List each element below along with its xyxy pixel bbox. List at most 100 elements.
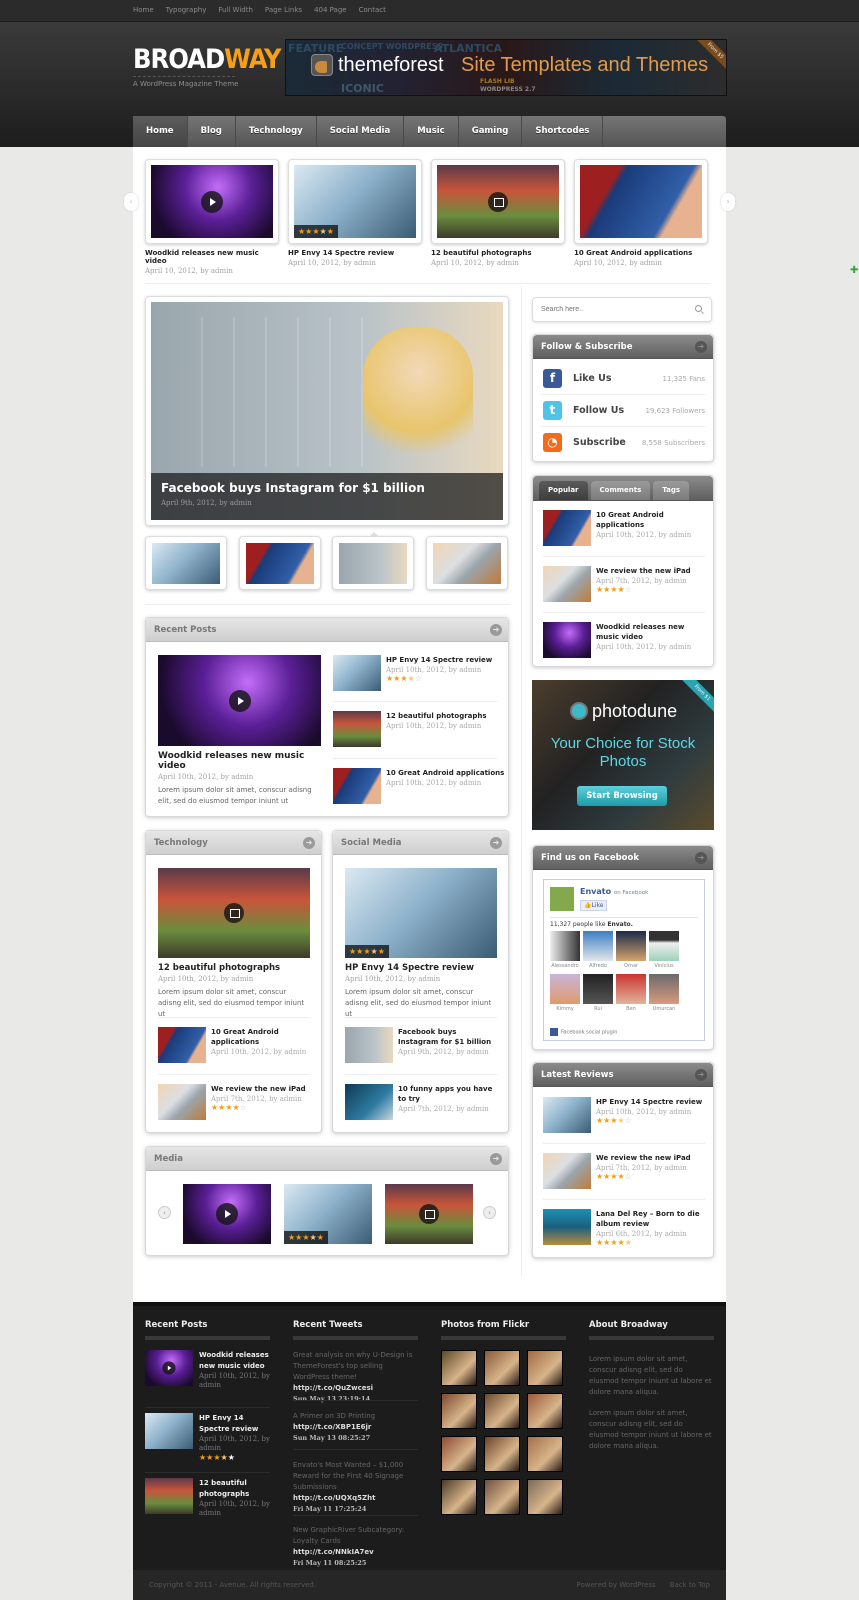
search-input[interactable]: [541, 298, 691, 321]
post-title[interactable]: Woodkid releases new music video: [199, 1350, 270, 1372]
flickr-photo[interactable]: [484, 1436, 520, 1472]
featured-thumb-active[interactable]: [332, 532, 414, 590]
top-link-home[interactable]: Home: [133, 6, 154, 14]
nav-home[interactable]: Home: [133, 116, 188, 147]
gallery-icon[interactable]: [224, 903, 244, 923]
list-item[interactable]: We review the new iPad April 7th, 2012, b…: [158, 1084, 310, 1124]
top-link-full-width[interactable]: Full Width: [218, 6, 253, 14]
tweet-link[interactable]: http://t.co/UQXq5Zht: [293, 1494, 375, 1502]
category-main-post[interactable]: ★★★★★ HP Envy 14 Spectre review April 10…: [345, 868, 497, 1020]
nav-gaming[interactable]: Gaming: [459, 116, 523, 147]
social-label[interactable]: Like Us: [573, 373, 612, 384]
carousel-card[interactable]: 12 beautiful photographs April 10, 2012,…: [431, 159, 565, 267]
arrow-right-icon[interactable]: ➜: [695, 341, 707, 353]
photodune-ad[interactable]: photodune Your Choice for Stock Photos S…: [532, 680, 714, 830]
card-thumbnail[interactable]: [145, 159, 279, 244]
nav-shortcodes[interactable]: Shortcodes: [522, 116, 604, 147]
flickr-photo[interactable]: [527, 1350, 563, 1386]
card-thumbnail[interactable]: [574, 159, 708, 244]
gallery-icon[interactable]: [419, 1204, 439, 1224]
tweet-link[interactable]: http://t.co/XBP1E6jr: [293, 1423, 371, 1431]
play-icon[interactable]: [201, 190, 223, 213]
carousel-prev-button[interactable]: ‹: [124, 193, 138, 211]
tab-comments[interactable]: Comments: [590, 481, 651, 500]
featured-thumb[interactable]: [239, 536, 321, 590]
social-label[interactable]: Follow Us: [573, 405, 624, 416]
arrow-right-icon[interactable]: ➜: [490, 1153, 502, 1165]
featured-slider[interactable]: Facebook buys Instagram for $1 billion A…: [145, 296, 509, 526]
carousel-card[interactable]: 10 Great Android applications April 10, …: [574, 159, 708, 267]
fan-face[interactable]: Rui: [583, 974, 613, 1012]
arrow-right-icon[interactable]: ➜: [695, 852, 707, 864]
back-to-top-link[interactable]: Back to Top: [670, 1581, 710, 1589]
powered-by-link[interactable]: Powered by WordPress: [576, 1581, 655, 1589]
post-title[interactable]: We review the new iPad: [596, 1153, 707, 1163]
flickr-photo[interactable]: [441, 1479, 477, 1515]
list-item[interactable]: 10 Great Android applications April 10th,…: [543, 510, 707, 550]
flickr-photo[interactable]: [441, 1350, 477, 1386]
post-title[interactable]: 10 Great Android applications: [596, 510, 707, 530]
post-title[interactable]: 12 beautiful photographs: [386, 711, 508, 721]
post-title[interactable]: 10 Great Android applications: [211, 1027, 310, 1047]
card-title[interactable]: 12 beautiful photographs: [431, 249, 565, 257]
play-icon[interactable]: [228, 689, 251, 712]
category-main-post[interactable]: 12 beautiful photographs April 10th, 201…: [158, 868, 310, 1020]
social-item-twitter[interactable]: t Follow Us 19,623 Followers: [541, 395, 705, 427]
post-title[interactable]: Woodkid releases new music video: [158, 751, 321, 771]
fan-face[interactable]: Kimmy: [550, 974, 580, 1012]
list-item[interactable]: 10 funny apps you have to try April 7th, …: [345, 1084, 497, 1124]
tab-popular[interactable]: Popular: [539, 481, 588, 500]
post-title[interactable]: We review the new iPad: [596, 566, 707, 576]
nav-social-media[interactable]: Social Media: [317, 116, 405, 147]
social-label[interactable]: Subscribe: [573, 437, 626, 448]
tweet-link[interactable]: http://t.co/QuZwcesi: [293, 1384, 373, 1392]
arrow-right-icon[interactable]: ➜: [303, 837, 315, 849]
fb-plugin-footer[interactable]: Facebook social plugin: [550, 1028, 617, 1036]
social-item-facebook[interactable]: f Like Us 11,325 Fans: [541, 363, 705, 395]
post-title[interactable]: HP Envy 14 Spectre review: [596, 1097, 707, 1107]
media-prev-button[interactable]: ‹: [158, 1206, 171, 1219]
post-title[interactable]: We review the new iPad: [211, 1084, 310, 1094]
flickr-photo[interactable]: [484, 1350, 520, 1386]
nav-technology[interactable]: Technology: [236, 116, 317, 147]
list-item[interactable]: Lana Del Rey – Born to die album review A…: [543, 1209, 707, 1249]
media-item[interactable]: ★★★★★: [284, 1184, 372, 1244]
fb-page-name[interactable]: Envato on Facebook: [580, 887, 648, 896]
fan-face[interactable]: Ben: [616, 974, 646, 1012]
list-item[interactable]: 12 beautiful photographs April 10th, 2012…: [333, 711, 508, 751]
flickr-photo[interactable]: [441, 1436, 477, 1472]
post-title[interactable]: HP Envy 14 Spectre review: [386, 655, 508, 665]
media-item[interactable]: [385, 1184, 473, 1244]
card-title[interactable]: Woodkid releases new music video: [145, 249, 279, 265]
top-link-404[interactable]: 404 Page: [314, 6, 347, 14]
nav-blog[interactable]: Blog: [188, 116, 236, 147]
media-next-button[interactable]: ›: [483, 1206, 496, 1219]
themeforest-banner-ad[interactable]: FEATURE CONCEPT WORDPRESS ATLANTICA ICON…: [285, 39, 727, 96]
post-title[interactable]: 10 funny apps you have to try: [398, 1084, 497, 1104]
list-item[interactable]: We review the new iPad April 7th, 2012, b…: [543, 1153, 707, 1193]
fan-face[interactable]: Umurcan: [649, 974, 679, 1012]
featured-title[interactable]: Facebook buys Instagram for $1 billion: [161, 481, 493, 495]
nav-music[interactable]: Music: [404, 116, 459, 147]
flickr-photo[interactable]: [484, 1479, 520, 1515]
flickr-photo[interactable]: [527, 1393, 563, 1429]
top-link-typography[interactable]: Typography: [166, 6, 207, 14]
list-item[interactable]: Woodkid releases new music video April 10…: [543, 622, 707, 662]
arrow-right-icon[interactable]: ➜: [490, 837, 502, 849]
post-title[interactable]: 12 beautiful photographs: [199, 1478, 270, 1500]
flickr-photo[interactable]: [527, 1479, 563, 1515]
card-title[interactable]: 10 Great Android applications: [574, 249, 708, 257]
list-item[interactable]: We review the new iPad April 7th, 2012, b…: [543, 566, 707, 606]
list-item[interactable]: HP Envy 14 Spectre review April 10th, 201…: [543, 1097, 707, 1137]
carousel-card[interactable]: ★★★★★ HP Envy 14 Spectre review April 10…: [288, 159, 422, 267]
card-title[interactable]: HP Envy 14 Spectre review: [288, 249, 422, 257]
top-link-page-links[interactable]: Page Links: [265, 6, 302, 14]
post-title[interactable]: 10 Great Android applications: [386, 768, 508, 778]
list-item[interactable]: 10 Great Android applications April 10th,…: [333, 768, 508, 808]
featured-thumb[interactable]: [145, 536, 227, 590]
post-title[interactable]: Woodkid releases new music video: [596, 622, 707, 642]
flickr-photo[interactable]: [441, 1393, 477, 1429]
plus-icon[interactable]: ✚: [850, 266, 859, 276]
tweet-link[interactable]: http://t.co/NNkIA7ev: [293, 1548, 374, 1556]
card-thumbnail[interactable]: ★★★★★: [288, 159, 422, 244]
